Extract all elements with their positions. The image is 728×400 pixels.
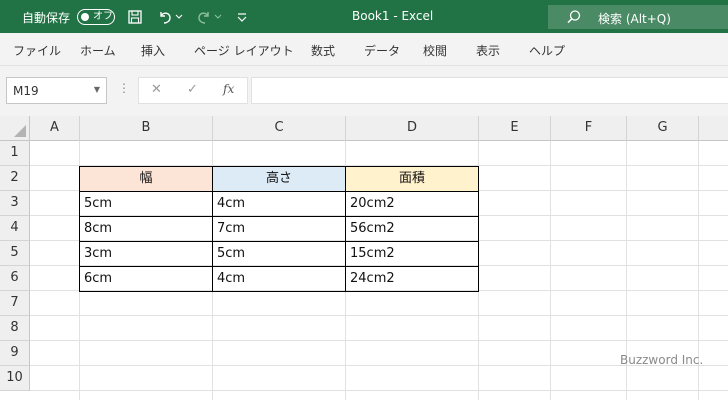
tab-insert[interactable]: 挿入 [141, 42, 165, 59]
row-header-2[interactable]: 2 [0, 166, 30, 191]
select-all-triangle-icon [14, 125, 26, 137]
table-cell[interactable]: 8cm [80, 217, 213, 242]
column-header-c[interactable]: C [213, 116, 346, 141]
ribbon-tabs: ファイル ホーム 挿入 ページ レイアウト 数式 データ 校閲 表示 ヘルプ [0, 33, 728, 66]
table-cell[interactable]: 24cm2 [346, 267, 479, 292]
insert-function-icon[interactable]: fx [223, 82, 234, 96]
row-header-8[interactable]: 8 [0, 316, 30, 341]
tab-help[interactable]: ヘルプ [529, 42, 565, 59]
table-cell[interactable]: 5cm [213, 242, 346, 267]
table-cell[interactable]: 5cm [80, 192, 213, 217]
search-icon [566, 9, 582, 29]
table-header-area[interactable]: 面積 [346, 167, 479, 192]
column-header-b[interactable]: B [80, 116, 213, 141]
row-header-4[interactable]: 4 [0, 216, 30, 241]
search-label: 検索 (Alt+Q) [598, 12, 671, 26]
tab-data[interactable]: データ [364, 42, 400, 59]
column-header-f[interactable]: F [551, 116, 627, 141]
autosave-toggle[interactable]: オフ [77, 9, 115, 25]
row-header-3[interactable]: 3 [0, 191, 30, 216]
gridline [30, 315, 728, 316]
column-header-g[interactable]: G [627, 116, 699, 141]
watermark: Buzzword Inc. [620, 353, 704, 367]
document-title: Book1 - Excel [352, 9, 434, 23]
formula-bar-resize-handle[interactable]: ⋮ [118, 81, 130, 95]
tab-page-layout[interactable]: ページ レイアウト [194, 42, 294, 59]
title-bar: 自動保存 オフ Book1 - Excel 検索 (Alt+Q) [0, 0, 728, 33]
save-icon[interactable] [125, 7, 145, 27]
formula-bar: M19 ▼ ⋮ ✕ ✓ fx [0, 66, 728, 116]
cancel-icon[interactable]: ✕ [151, 82, 162, 97]
table-cell[interactable]: 3cm [80, 242, 213, 267]
row-header-5[interactable]: 5 [0, 241, 30, 266]
formula-input[interactable] [251, 77, 728, 104]
row-header-10[interactable]: 10 [0, 366, 30, 391]
table-header-width[interactable]: 幅 [80, 167, 213, 192]
formula-buttons: ✕ ✓ fx [138, 77, 248, 104]
table-cell[interactable]: 56cm2 [346, 217, 479, 242]
table-header-height[interactable]: 高さ [213, 167, 346, 192]
row-header-1[interactable]: 1 [0, 141, 30, 166]
tab-formulas[interactable]: 数式 [311, 42, 335, 59]
tab-view[interactable]: 表示 [476, 42, 500, 59]
redo-icon[interactable] [194, 7, 214, 27]
table-cell[interactable]: 6cm [80, 267, 213, 292]
table-cell[interactable]: 20cm2 [346, 192, 479, 217]
name-box[interactable]: M19 ▼ [6, 77, 107, 104]
column-header-h[interactable] [699, 116, 728, 141]
row-header-9[interactable]: 9 [0, 341, 30, 366]
name-box-value: M19 [13, 84, 39, 98]
tab-file[interactable]: ファイル [13, 42, 61, 59]
toggle-knob [81, 13, 89, 21]
autosave-label: 自動保存 [22, 11, 71, 25]
gridline [30, 340, 728, 341]
row-header-6[interactable]: 6 [0, 266, 30, 291]
gridline [30, 390, 728, 391]
customize-quick-access-icon[interactable] [232, 7, 252, 27]
table-cell[interactable]: 4cm [213, 267, 346, 292]
table-cell[interactable]: 7cm [213, 217, 346, 242]
enter-icon[interactable]: ✓ [187, 82, 198, 97]
redo-dropdown-icon[interactable] [213, 7, 223, 27]
row-header-7[interactable]: 7 [0, 291, 30, 316]
column-header-e[interactable]: E [479, 116, 551, 141]
gridline [550, 141, 551, 400]
tab-review[interactable]: 校閲 [423, 42, 447, 59]
search-box[interactable]: 検索 (Alt+Q) [548, 5, 728, 29]
table-cell[interactable]: 15cm2 [346, 242, 479, 267]
autosave-state: オフ [93, 11, 113, 22]
tab-home[interactable]: ホーム [80, 42, 116, 59]
table-cell[interactable]: 4cm [213, 192, 346, 217]
select-all-button[interactable] [0, 116, 30, 141]
undo-dropdown-icon[interactable] [174, 7, 184, 27]
column-header-a[interactable]: A [30, 116, 80, 141]
chevron-down-icon[interactable]: ▼ [94, 85, 100, 94]
column-header-d[interactable]: D [346, 116, 479, 141]
undo-icon[interactable] [155, 7, 175, 27]
